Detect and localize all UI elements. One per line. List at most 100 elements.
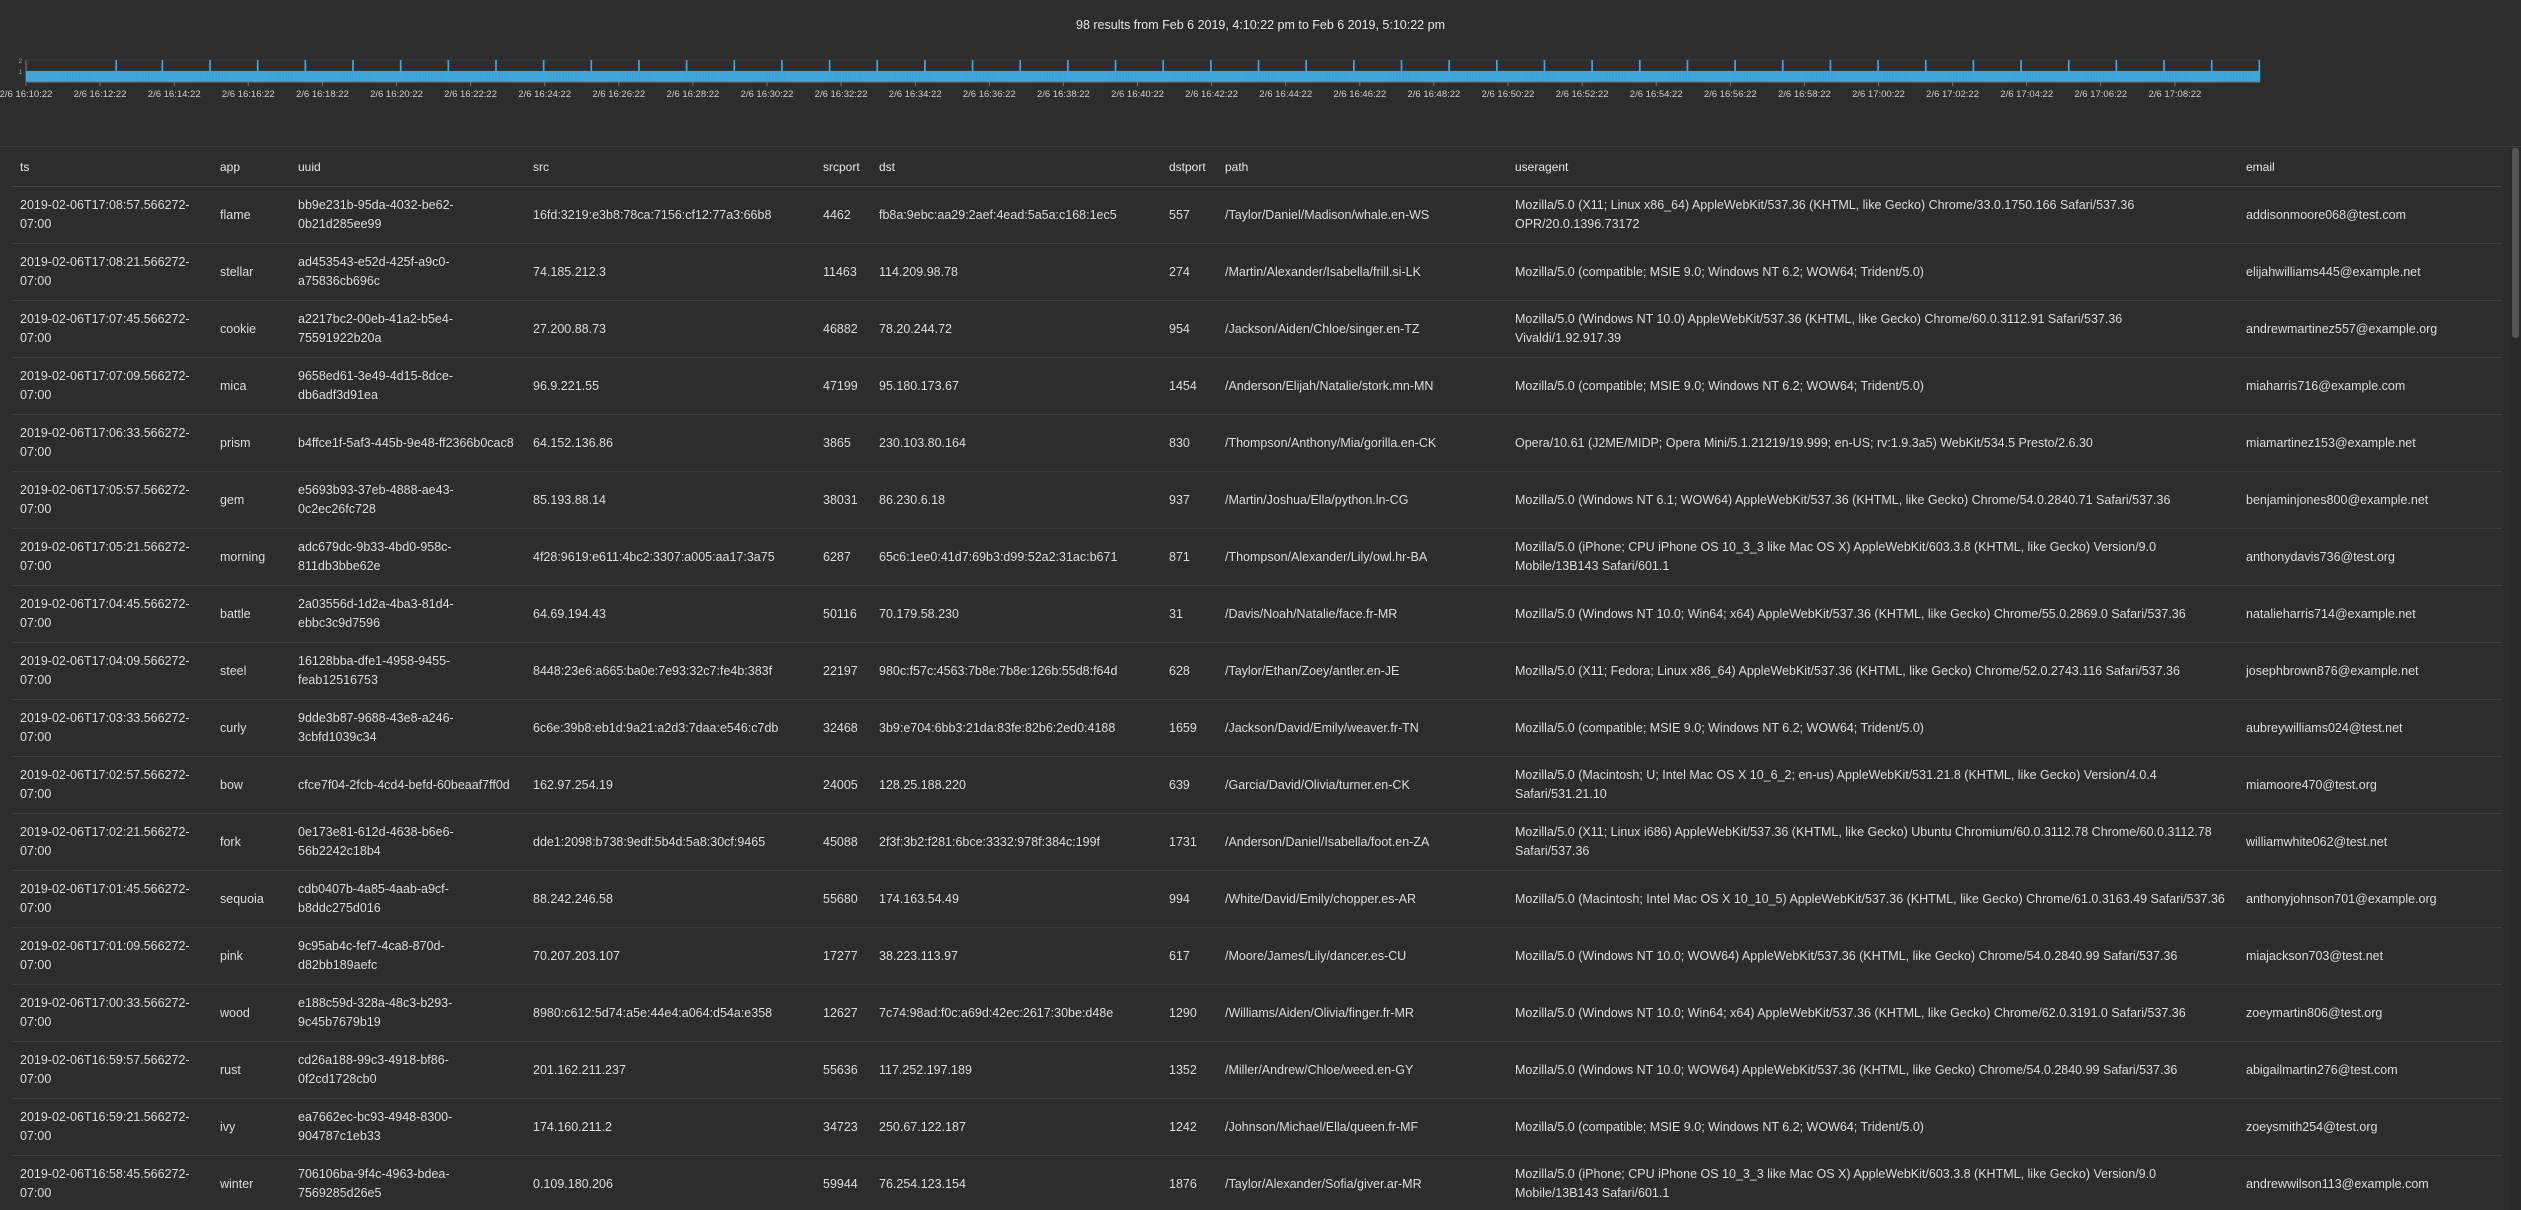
- histogram-bar[interactable]: [1037, 71, 1039, 82]
- histogram-bar[interactable]: [520, 71, 523, 82]
- histogram-bar[interactable]: [2219, 71, 2222, 82]
- histogram-bar[interactable]: [1461, 71, 1464, 82]
- histogram-bar[interactable]: [1697, 71, 1699, 82]
- histogram-bar[interactable]: [2215, 71, 2218, 82]
- histogram-bar[interactable]: [221, 71, 223, 82]
- histogram-bar[interactable]: [1062, 71, 1065, 82]
- histogram-bar[interactable]: [1886, 71, 1888, 82]
- histogram-bar[interactable]: [1233, 71, 1236, 82]
- histogram-bar[interactable]: [1077, 71, 1080, 82]
- histogram-bar[interactable]: [271, 71, 274, 82]
- histogram-bar[interactable]: [288, 71, 290, 82]
- histogram-bar[interactable]: [1528, 71, 1531, 82]
- histogram-bar[interactable]: [70, 71, 73, 82]
- histogram-bar[interactable]: [1344, 71, 1346, 82]
- histogram-bar[interactable]: [2091, 71, 2094, 82]
- table-row[interactable]: 2019-02-06T17:02:21.566272-07:00 fork 0e17…: [12, 813, 2502, 871]
- histogram-bar[interactable]: [1259, 71, 1261, 82]
- histogram-bar[interactable]: [1473, 71, 1476, 82]
- histogram-bar[interactable]: [176, 71, 179, 82]
- histogram-bar[interactable]: [1991, 71, 1994, 82]
- histogram-bar[interactable]: [630, 71, 633, 82]
- histogram-bar[interactable]: [131, 71, 134, 82]
- histogram-bar[interactable]: [1984, 71, 1987, 82]
- histogram-bar[interactable]: [1123, 71, 1126, 82]
- histogram-bar[interactable]: [1320, 71, 1322, 82]
- histogram-bar[interactable]: [361, 71, 363, 82]
- histogram-bar[interactable]: [1525, 71, 1528, 82]
- histogram-bar[interactable]: [1253, 71, 1255, 82]
- histogram-bar[interactable]: [1476, 71, 1479, 82]
- histogram-bar[interactable]: [2124, 71, 2127, 82]
- histogram-bar[interactable]: [319, 71, 322, 82]
- histogram-bar[interactable]: [800, 71, 803, 82]
- histogram-bar[interactable]: [1808, 71, 1811, 82]
- histogram-bar[interactable]: [2201, 71, 2204, 82]
- histogram-bar[interactable]: [492, 71, 494, 82]
- histogram-bar[interactable]: [1487, 71, 1489, 82]
- histogram-bar[interactable]: [1607, 71, 1610, 82]
- histogram-bar[interactable]: [2047, 71, 2049, 82]
- histogram-bar[interactable]: [1220, 71, 1223, 82]
- histogram-bar[interactable]: [964, 71, 966, 82]
- histogram-bar[interactable]: [1595, 71, 1598, 82]
- histogram-bar[interactable]: [161, 60, 164, 82]
- histogram-bar[interactable]: [1394, 71, 1397, 82]
- histogram-bar[interactable]: [1000, 71, 1002, 82]
- histogram-bar[interactable]: [1753, 71, 1756, 82]
- histogram-bar[interactable]: [1997, 71, 2000, 82]
- histogram-bar[interactable]: [1682, 71, 1684, 82]
- histogram-bar[interactable]: [1028, 71, 1031, 82]
- histogram-bar[interactable]: [1908, 71, 1911, 82]
- histogram-bar[interactable]: [1819, 71, 1821, 82]
- histogram-bar[interactable]: [1284, 71, 1287, 82]
- histogram-bar[interactable]: [26, 71, 28, 82]
- histogram-bar[interactable]: [1463, 71, 1465, 82]
- histogram-bar[interactable]: [201, 71, 204, 82]
- histogram-bar[interactable]: [1244, 71, 1246, 82]
- histogram-bar[interactable]: [1172, 71, 1175, 82]
- histogram-bar[interactable]: [1765, 71, 1768, 82]
- histogram-bar[interactable]: [90, 71, 92, 82]
- histogram-bar[interactable]: [2002, 71, 2005, 82]
- histogram-bar[interactable]: [1802, 71, 1805, 82]
- histogram-bar[interactable]: [943, 71, 946, 82]
- histogram-bar[interactable]: [136, 71, 138, 82]
- histogram-bar[interactable]: [267, 71, 269, 82]
- histogram-bar[interactable]: [696, 71, 698, 82]
- histogram-bar[interactable]: [2027, 71, 2030, 82]
- histogram-bar[interactable]: [725, 71, 728, 82]
- histogram-bar[interactable]: [1144, 71, 1147, 82]
- histogram-bar[interactable]: [218, 71, 220, 82]
- histogram-bar[interactable]: [1178, 71, 1181, 82]
- histogram-bar[interactable]: [2237, 71, 2240, 82]
- histogram-bar[interactable]: [1612, 71, 1614, 82]
- histogram-bar[interactable]: [84, 71, 86, 82]
- histogram-bar[interactable]: [2182, 71, 2185, 82]
- histogram-bar[interactable]: [2209, 71, 2212, 82]
- histogram-bar[interactable]: [1287, 71, 1290, 82]
- histogram-bar[interactable]: [237, 71, 240, 82]
- histogram-bar[interactable]: [1138, 71, 1141, 82]
- histogram-bar[interactable]: [891, 71, 893, 82]
- histogram-bar[interactable]: [944, 71, 947, 82]
- histogram-bar[interactable]: [1281, 71, 1284, 82]
- histogram-bar[interactable]: [687, 71, 689, 82]
- histogram-bar[interactable]: [1467, 71, 1470, 82]
- histogram-bar[interactable]: [1539, 71, 1541, 82]
- histogram-bar[interactable]: [1300, 71, 1303, 82]
- histogram-bar[interactable]: [404, 71, 406, 82]
- histogram-bar[interactable]: [2075, 71, 2078, 82]
- histogram-bar[interactable]: [851, 71, 853, 82]
- histogram-bar[interactable]: [1236, 71, 1239, 82]
- histogram-bar[interactable]: [1168, 71, 1171, 82]
- histogram-bar[interactable]: [1034, 71, 1036, 82]
- histogram-bar[interactable]: [1728, 71, 1730, 82]
- histogram-bar[interactable]: [1588, 71, 1590, 82]
- histogram-bar[interactable]: [1668, 71, 1671, 82]
- histogram-bar[interactable]: [1247, 71, 1249, 82]
- histogram-bar[interactable]: [977, 71, 980, 82]
- histogram-bar[interactable]: [874, 71, 877, 82]
- histogram-bar[interactable]: [916, 71, 919, 82]
- histogram-bar[interactable]: [1420, 71, 1422, 82]
